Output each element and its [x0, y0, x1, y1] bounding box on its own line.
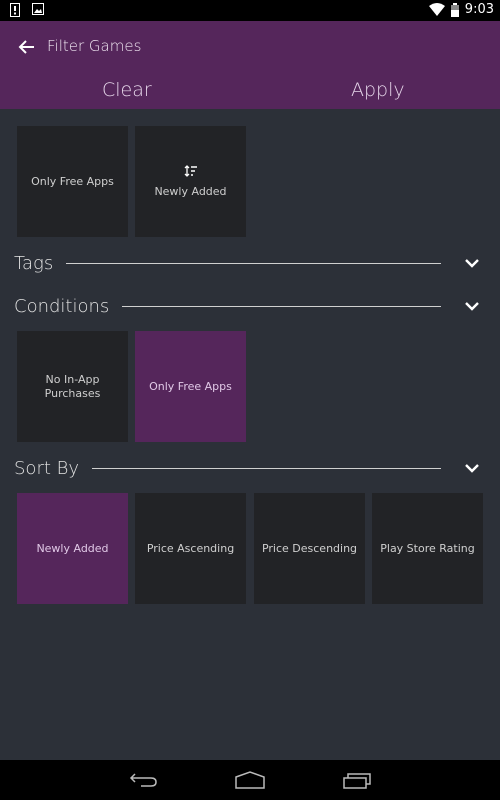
tile-label: Price Ascending [146, 541, 235, 555]
tile-label: Price Descending [261, 541, 358, 555]
condition-tile-no-in-app-purchases[interactable]: No In-App Purchases [17, 331, 128, 442]
condition-tile-only-free-apps[interactable]: Only Free Apps [135, 331, 246, 442]
conditions-section-header[interactable]: Conditions [14, 294, 484, 318]
divider [92, 467, 441, 469]
apply-button[interactable]: Apply [351, 79, 405, 101]
status-time: 9:03 [464, 2, 494, 17]
arrow-back-icon[interactable] [16, 36, 38, 58]
chevron-down-icon[interactable] [464, 257, 480, 269]
tile-label: Newly Added [154, 184, 227, 198]
tile-label: No In-App Purchases [44, 372, 101, 400]
divider [122, 305, 441, 307]
tile-label: Only Free Apps [149, 379, 232, 393]
notification-alert-icon [10, 3, 20, 17]
section-label: Tags [14, 252, 54, 274]
sort-tile-newly-added[interactable]: Newly Added [17, 493, 128, 604]
page-title: Filter Games [47, 37, 142, 55]
recents-nav-icon[interactable] [342, 770, 372, 790]
section-label: Conditions [14, 295, 110, 317]
sort-tile-price-ascending[interactable]: Price Ascending [135, 493, 246, 604]
tile-label: Newly Added [36, 541, 109, 555]
home-nav-icon[interactable] [234, 770, 266, 790]
tile-label: Play Store Rating [380, 541, 475, 555]
status-bar: 9:03 [0, 0, 500, 21]
sort-icon [184, 164, 197, 177]
back-nav-icon[interactable] [129, 770, 159, 790]
chevron-down-icon[interactable] [464, 462, 480, 474]
sort-tile-price-descending[interactable]: Price Descending [254, 493, 365, 604]
tags-section-header[interactable]: Tags [14, 251, 484, 275]
navigation-bar [0, 760, 500, 800]
divider [66, 262, 441, 264]
sort-tile-play-store-rating[interactable]: Play Store Rating [372, 493, 483, 604]
sort-by-section-header[interactable]: Sort By [14, 456, 484, 480]
app-bar: Filter Games Clear Apply [0, 21, 500, 109]
battery-icon [450, 2, 459, 17]
quick-tile-only-free-apps[interactable]: Only Free Apps [17, 126, 128, 237]
tile-label: Only Free Apps [31, 174, 114, 188]
chevron-down-icon[interactable] [464, 300, 480, 312]
quick-tile-newly-added[interactable]: Newly Added [135, 126, 246, 237]
clear-button[interactable]: Clear [102, 79, 152, 101]
wifi-icon [428, 3, 445, 16]
image-icon [32, 3, 44, 15]
section-label: Sort By [14, 457, 80, 479]
